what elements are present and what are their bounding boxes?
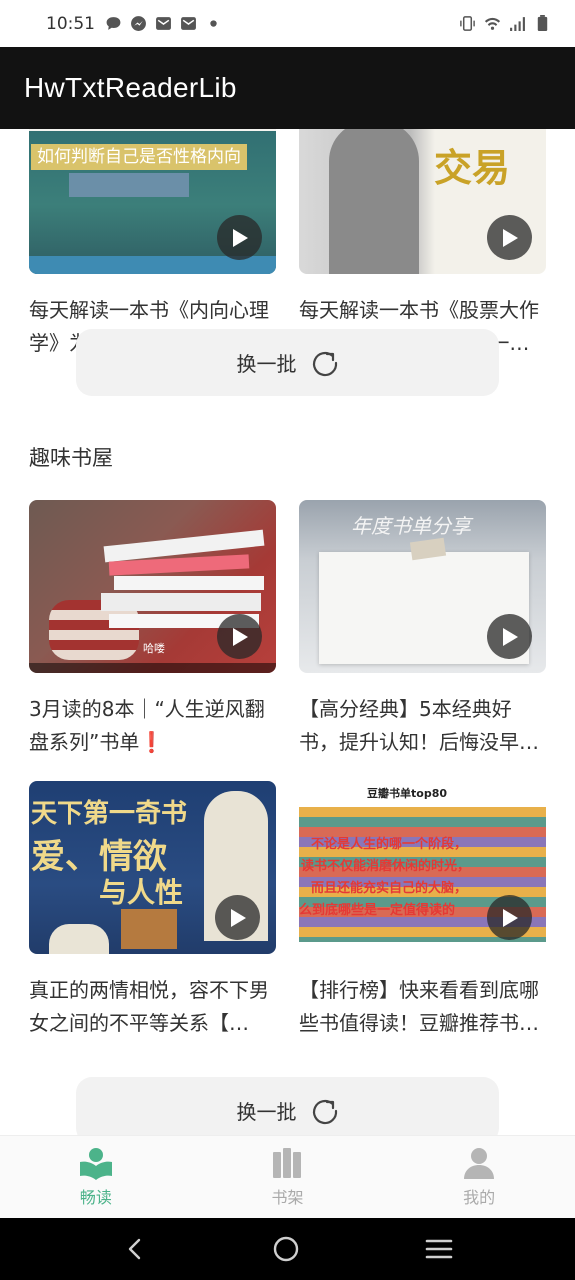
messenger-icon xyxy=(131,16,146,31)
app-title: HwTxtReaderLib xyxy=(24,72,237,103)
play-icon xyxy=(232,228,248,247)
profile-icon xyxy=(464,1148,495,1179)
video-thumbnail[interactable]: 天下第一奇书 爱、情欲 与人性 xyxy=(29,781,276,954)
play-icon xyxy=(232,627,248,646)
thumbnail-caption: 读书不仅能消磨休闲的时光， xyxy=(301,859,471,874)
dot-icon xyxy=(210,20,217,27)
nav-label: 书架 xyxy=(271,1188,304,1207)
video-card[interactable]: 交易 每天解读一本书《股票大作手回忆录》“你可能是一时… xyxy=(299,129,546,360)
play-icon xyxy=(230,908,246,927)
thumbnail-shape xyxy=(121,909,177,949)
refresh-icon xyxy=(312,351,337,376)
play-button[interactable] xyxy=(217,215,262,260)
video-card[interactable]: 天下第一奇书 爱、情欲 与人性 真正的两情相悦，容不下男女之间的不平等关系【… xyxy=(29,781,276,1040)
chat-bubble-icon xyxy=(106,17,121,30)
thumbnail-shape xyxy=(329,129,419,274)
nav-item-bookshelf[interactable]: 书架 xyxy=(192,1136,384,1218)
play-button[interactable] xyxy=(487,614,532,659)
thumbnail-shape xyxy=(114,576,264,590)
thumbnail-shape xyxy=(49,924,109,954)
nav-item-reading[interactable]: 畅读 xyxy=(0,1136,192,1218)
nav-item-profile[interactable]: 我的 xyxy=(383,1136,575,1218)
refresh-label: 换一批 xyxy=(236,352,297,376)
refresh-icon xyxy=(312,1099,337,1124)
refresh-batch-button[interactable]: 换一批 xyxy=(76,1077,499,1135)
thumbnail-caption: 交易 xyxy=(434,146,511,190)
play-icon xyxy=(502,908,518,927)
bottom-navigation: 畅读 书架 我的 xyxy=(0,1135,575,1218)
play-icon xyxy=(502,627,518,646)
video-card[interactable]: 哈喽 3月读的8本｜“人生逆风翻盘系列”书单❗ xyxy=(29,500,276,759)
video-thumbnail[interactable]: 如何判断自己是否性格内向 xyxy=(29,129,276,274)
vibrate-icon xyxy=(460,16,475,31)
thumbnail-caption: 豆瓣书单top80 xyxy=(367,787,447,800)
play-button[interactable] xyxy=(217,614,262,659)
thumbnail-caption: 如何判断自己是否性格内向 xyxy=(31,144,247,170)
notification-icons xyxy=(105,15,222,32)
bookshelf-icon xyxy=(272,1148,301,1178)
video-thumbnail[interactable]: 年度书单分享 xyxy=(299,500,546,673)
thumbnail-caption: 与人性 xyxy=(99,876,184,909)
app-bar: HwTxtReaderLib xyxy=(0,47,575,129)
play-icon xyxy=(502,228,518,247)
video-thumbnail[interactable]: 哈喽 xyxy=(29,500,276,673)
thumbnail-caption: 哈喽 xyxy=(143,642,165,655)
thumbnail-shape xyxy=(29,663,276,673)
video-card[interactable]: 如何判断自己是否性格内向 每天解读一本书《内向心理学》为什么越内向的人越… xyxy=(29,129,276,360)
status-time: 10:51 xyxy=(46,13,95,34)
video-card[interactable]: 豆瓣书单top80 不论是人生的哪一个阶段， 读书不仅能消磨休闲的时光， 而且还… xyxy=(299,781,546,1040)
video-title[interactable]: 【排行榜】快来看看到底哪些书值得读！豆瓣推荐书单… xyxy=(299,974,546,1040)
recents-icon[interactable] xyxy=(425,1237,453,1261)
video-title[interactable]: 【高分经典】5本经典好书，提升认知！后悔没早点看… xyxy=(299,693,546,759)
signal-icon xyxy=(510,17,525,31)
thumbnail-caption: 么到底哪些是一定值得读的 xyxy=(299,903,456,918)
video-thumbnail[interactable]: 豆瓣书单top80 不论是人生的哪一个阶段， 读书不仅能消磨休闲的时光， 而且还… xyxy=(299,781,546,954)
battery-icon xyxy=(537,15,548,32)
thumbnail-caption: 天下第一奇书 xyxy=(31,799,188,829)
play-button[interactable] xyxy=(487,215,532,260)
mail-icon xyxy=(156,17,171,30)
thumbnail-shape xyxy=(69,173,189,197)
thumbnail-shape xyxy=(101,593,261,611)
thumbnail-background xyxy=(29,129,276,131)
nav-label: 我的 xyxy=(463,1188,496,1207)
thumbnail-caption: 年度书单分享 xyxy=(351,514,471,538)
system-status-icons xyxy=(459,15,551,32)
section-title: 趣味书屋 xyxy=(29,446,113,470)
back-icon[interactable] xyxy=(123,1237,147,1261)
video-card[interactable]: 年度书单分享 【高分经典】5本经典好书，提升认知！后悔没早点看… xyxy=(299,500,546,759)
reading-icon xyxy=(79,1148,112,1180)
status-bar: 10:51 xyxy=(0,0,575,47)
refresh-label: 换一批 xyxy=(236,1100,297,1124)
wifi-icon xyxy=(484,17,501,30)
play-button[interactable] xyxy=(215,895,260,940)
thumbnail-caption: 而且还能充实自己的大脑， xyxy=(311,881,468,896)
mail-icon xyxy=(181,17,196,30)
nav-label: 畅读 xyxy=(79,1188,112,1207)
system-navigation-bar xyxy=(0,1218,575,1280)
video-thumbnail[interactable]: 交易 xyxy=(299,129,546,274)
thumbnail-caption: 不论是人生的哪一个阶段， xyxy=(311,837,468,852)
refresh-batch-button[interactable]: 换一批 xyxy=(76,329,499,396)
video-title[interactable]: 真正的两情相悦，容不下男女之间的不平等关系【… xyxy=(29,974,276,1040)
play-button[interactable] xyxy=(487,895,532,940)
feed-content[interactable]: 如何判断自己是否性格内向 每天解读一本书《内向心理学》为什么越内向的人越… 交易… xyxy=(0,129,575,1135)
video-title[interactable]: 3月读的8本｜“人生逆风翻盘系列”书单❗ xyxy=(29,693,276,759)
home-icon[interactable] xyxy=(272,1235,300,1263)
